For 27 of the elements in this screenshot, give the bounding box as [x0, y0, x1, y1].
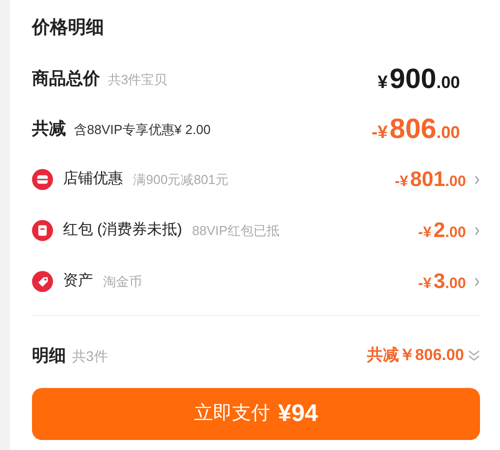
price: -¥3.00: [418, 268, 466, 295]
chevron-right-icon[interactable]: [474, 276, 480, 286]
row-label: 商品总价: [32, 68, 100, 90]
section-title: 价格明细: [32, 16, 105, 39]
row-note: 共3件: [72, 347, 108, 366]
row-label: 红包 (消费券未抵): [63, 220, 182, 240]
pay-button[interactable]: 立即支付 ¥94: [32, 388, 480, 440]
row-note: 88VIP红包已抵: [192, 222, 280, 240]
row-label: 共减: [32, 118, 66, 140]
envelope-icon: [32, 220, 53, 241]
reduction-summary: 共减￥806.00: [367, 346, 464, 366]
tag-icon: [32, 271, 53, 292]
price: ¥900.00: [378, 62, 460, 96]
row-note: 共3件宝贝: [108, 71, 168, 90]
store-icon: [32, 169, 53, 190]
chevron-down-icon[interactable]: [468, 350, 480, 362]
chevron-right-icon[interactable]: [474, 174, 480, 184]
chevron-right-icon[interactable]: [474, 226, 480, 236]
row-note: 淘金币: [103, 272, 142, 291]
row-note: 满900元减801元: [133, 170, 228, 189]
row-label: 店铺优惠: [63, 169, 123, 190]
price: -¥2.00: [418, 218, 466, 244]
row-label: 资产: [63, 271, 93, 292]
row-note: 含88VIP专享优惠¥ 2.00: [74, 121, 211, 140]
price: -¥801.00: [394, 166, 466, 193]
row-label: 明细: [32, 345, 66, 368]
price: -¥806.00: [372, 112, 460, 146]
